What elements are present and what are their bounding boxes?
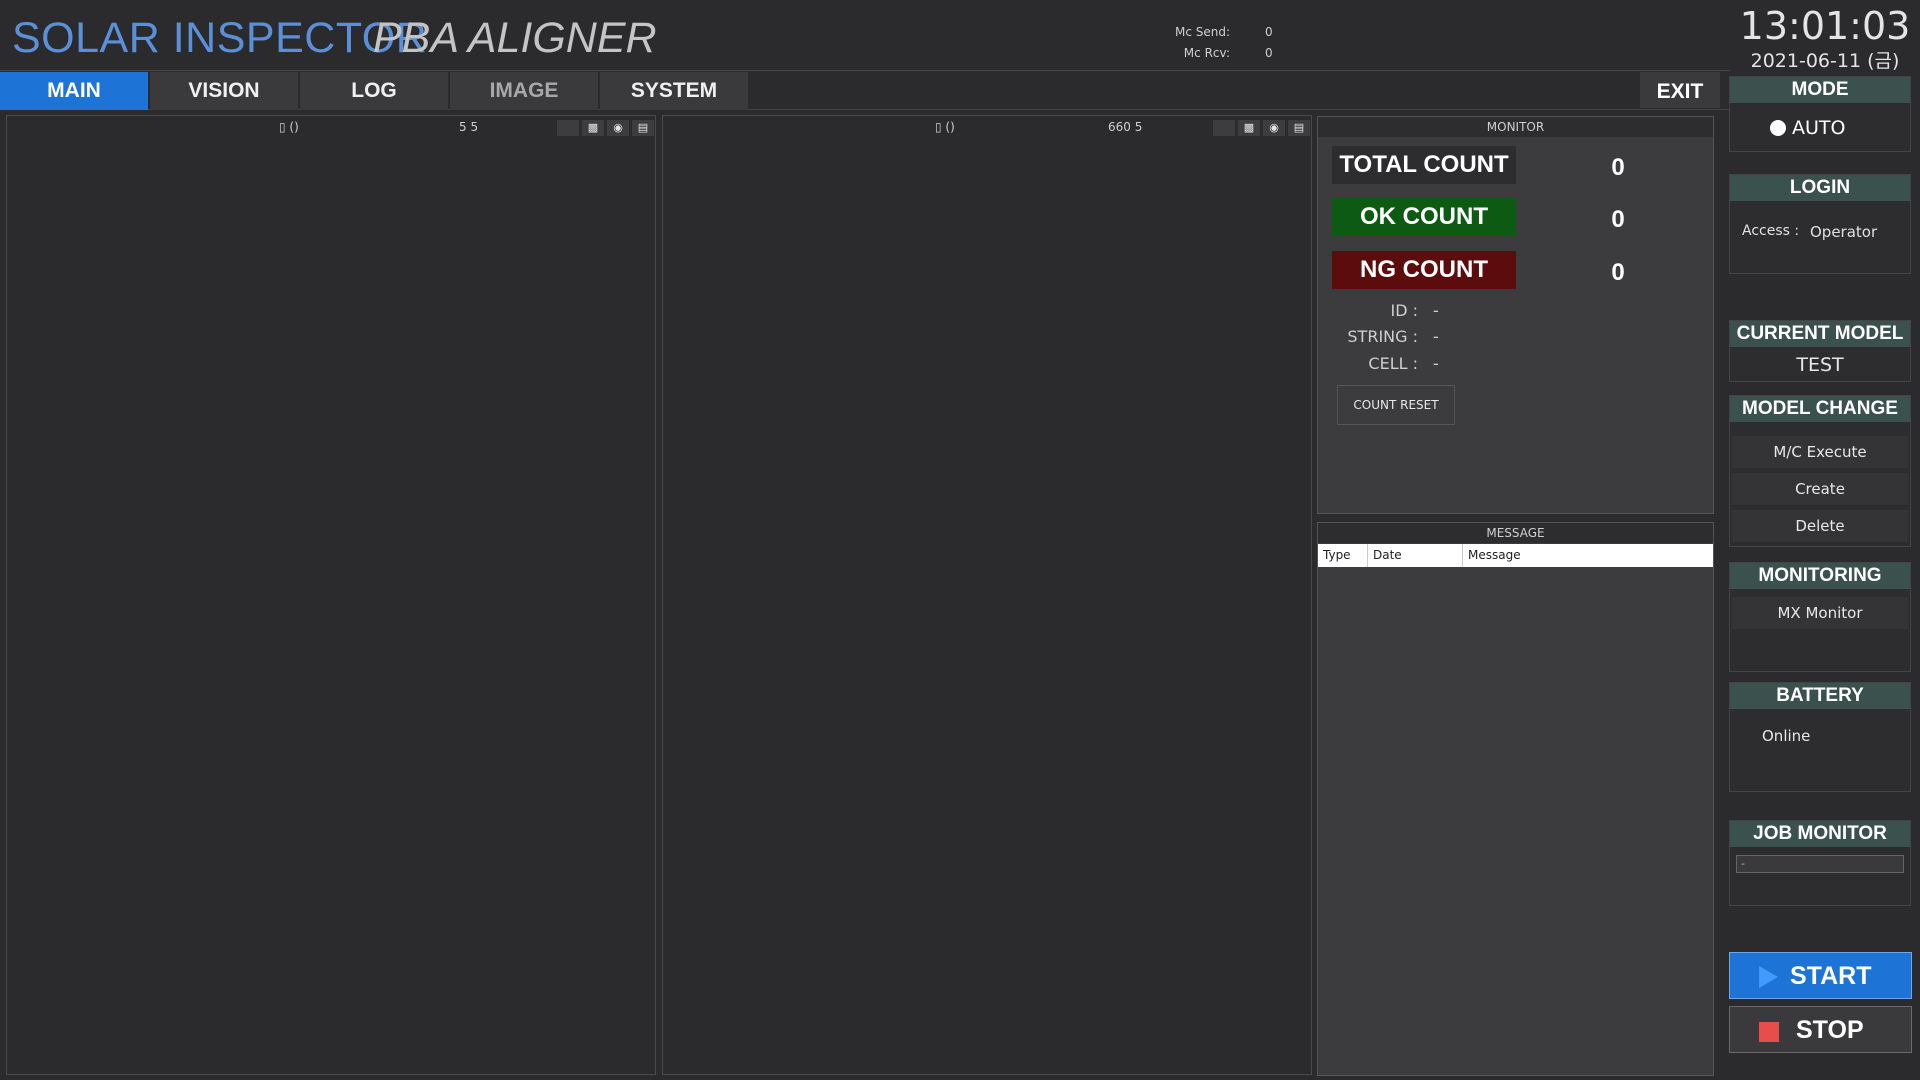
tab-log[interactable]: LOG [300, 72, 448, 110]
model-change-section: MODEL CHANGE M/C Execute Create Delete [1729, 395, 1911, 547]
mc-send-value: 0 [1265, 25, 1273, 39]
monitoring-section: MONITORING MX Monitor [1729, 562, 1911, 672]
ok-count-label: OK COUNT [1332, 198, 1516, 236]
job-monitor-title: JOB MONITOR [1730, 821, 1910, 847]
model-change-title: MODEL CHANGE [1730, 396, 1910, 422]
video-camera-icon[interactable]: ▩ [1238, 120, 1260, 136]
tab-bar: MAIN VISION LOG IMAGE SYSTEM [0, 70, 1730, 110]
tab-system[interactable]: SYSTEM [600, 72, 748, 110]
ng-count-label: NG COUNT [1332, 251, 1516, 289]
stop-icon [1759, 1022, 1779, 1042]
current-model-title: CURRENT MODEL [1730, 321, 1910, 347]
job-monitor-progress: - [1736, 855, 1904, 873]
clock-date: 2021-06-11 (금) [1750, 50, 1900, 72]
monitor-title: MONITOR [1318, 117, 1713, 137]
monitoring-title: MONITORING [1730, 563, 1910, 589]
create-button[interactable]: Create [1732, 473, 1908, 505]
current-model-value: TEST [1796, 354, 1844, 376]
mode-section: MODE AUTO [1729, 76, 1911, 152]
id-value: - [1433, 301, 1439, 320]
column-header-message[interactable]: Message [1463, 544, 1713, 567]
cell-value: - [1433, 354, 1439, 373]
start-button[interactable]: START [1729, 952, 1912, 999]
monitor-panel: MONITOR TOTAL COUNT 0 OK COUNT 0 NG COUN… [1317, 116, 1714, 514]
message-panel: MESSAGE Type Date Message [1317, 522, 1714, 1076]
blank-tool-icon[interactable] [1213, 120, 1235, 136]
column-header-date[interactable]: Date [1368, 544, 1463, 567]
start-label: START [1790, 962, 1872, 990]
mc-send-label: Mc Send: [1174, 25, 1230, 39]
ruler-icon[interactable]: ▤ [1288, 120, 1310, 136]
stop-label: STOP [1796, 1016, 1864, 1044]
play-icon [1759, 966, 1778, 988]
message-table-header: Type Date Message [1318, 544, 1713, 567]
tab-vision[interactable]: VISION [150, 72, 298, 110]
battery-section: BATTERY Online [1729, 682, 1911, 792]
job-monitor-section: JOB MONITOR - [1729, 820, 1911, 906]
total-count-value: 0 [1611, 154, 1625, 181]
ng-count-value: 0 [1611, 259, 1625, 286]
battery-title: BATTERY [1730, 683, 1910, 709]
view-info: 5 5 [459, 120, 479, 134]
clock-time: 13:01:03 [1739, 4, 1911, 48]
camera-view-2[interactable]: ▯ () 660 5 ▩ ◉ ▤ [662, 115, 1312, 1075]
ok-count-value: 0 [1611, 206, 1625, 233]
string-label: STRING : [1347, 327, 1418, 346]
camera-view-1[interactable]: ▯ () 5 5 ▩ ◉ ▤ [6, 115, 656, 1075]
login-section: LOGIN Access : Operator [1729, 174, 1911, 274]
string-value: - [1433, 327, 1439, 346]
camera-icon[interactable]: ◉ [607, 120, 629, 136]
access-label: Access : [1742, 223, 1800, 239]
blank-tool-icon[interactable] [557, 120, 579, 136]
login-title: LOGIN [1730, 175, 1910, 201]
mx-monitor-button[interactable]: MX Monitor [1732, 597, 1908, 629]
current-model-section: CURRENT MODEL TEST [1729, 320, 1911, 382]
count-reset-button[interactable]: COUNT RESET [1337, 385, 1455, 425]
view-coord: ▯ () [279, 120, 299, 134]
app-subtitle: PBA ALIGNER [373, 14, 657, 62]
ruler-icon[interactable]: ▤ [632, 120, 654, 136]
stop-button[interactable]: STOP [1729, 1006, 1912, 1053]
delete-button[interactable]: Delete [1732, 510, 1908, 542]
total-count-label: TOTAL COUNT [1332, 146, 1516, 184]
tab-image[interactable]: IMAGE [450, 72, 598, 110]
message-title: MESSAGE [1318, 523, 1713, 543]
exit-button[interactable]: EXIT [1640, 72, 1720, 108]
access-value: Operator [1810, 223, 1878, 241]
mode-value[interactable]: AUTO [1792, 117, 1845, 139]
view-info: 660 5 [1108, 120, 1143, 134]
app-title: SOLAR INSPECTOR [12, 14, 428, 62]
mode-title: MODE [1730, 77, 1910, 103]
tab-main[interactable]: MAIN [0, 72, 148, 110]
mc-rcv-value: 0 [1265, 46, 1273, 60]
auto-radio-icon[interactable] [1770, 120, 1786, 136]
cell-label: CELL : [1368, 354, 1418, 373]
mc-rcv-label: Mc Rcv: [1183, 46, 1230, 60]
column-header-type[interactable]: Type [1318, 544, 1368, 567]
id-label: ID : [1390, 301, 1418, 320]
camera-icon[interactable]: ◉ [1263, 120, 1285, 136]
mc-execute-button[interactable]: M/C Execute [1732, 436, 1908, 468]
video-camera-icon[interactable]: ▩ [582, 120, 604, 136]
battery-status: Online [1762, 727, 1811, 745]
view-coord: ▯ () [935, 120, 955, 134]
